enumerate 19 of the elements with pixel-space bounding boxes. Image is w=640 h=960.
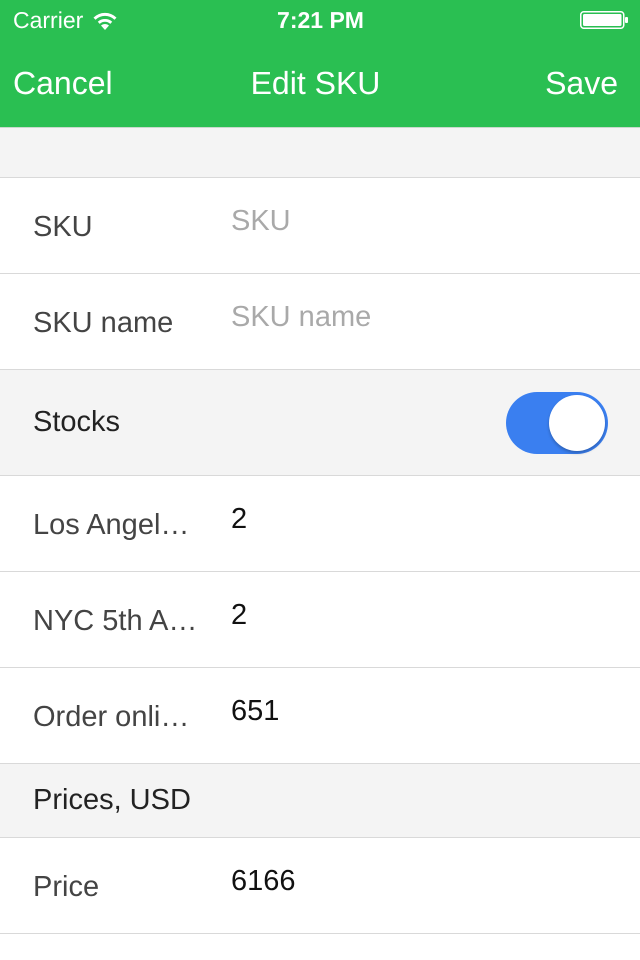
input-field[interactable]: SKU [231, 205, 640, 246]
field-label: SKU [33, 210, 94, 244]
input-field[interactable]: SKU name [231, 301, 640, 342]
field-label: SKU name [33, 306, 174, 340]
status-time: 7:21 PM [277, 8, 364, 32]
field-label: NYC 5th A… [33, 604, 198, 638]
section-header: Prices, USD [33, 784, 191, 817]
section-header: Stocks [33, 406, 120, 439]
screen-title: Edit SKU [250, 66, 380, 102]
field-label: Los Angel… [33, 508, 190, 542]
input-field[interactable]: 6166 [231, 865, 640, 906]
input-field[interactable]: 2 [231, 503, 640, 544]
field-label: Price [33, 870, 100, 904]
input-field[interactable]: 651 [231, 695, 640, 736]
carrier-name: Carrier [13, 8, 84, 32]
battery-icon [580, 11, 628, 29]
wifi-icon [92, 10, 118, 30]
input-field[interactable]: 2 [231, 599, 640, 640]
field-label: Order onli… [33, 700, 190, 734]
